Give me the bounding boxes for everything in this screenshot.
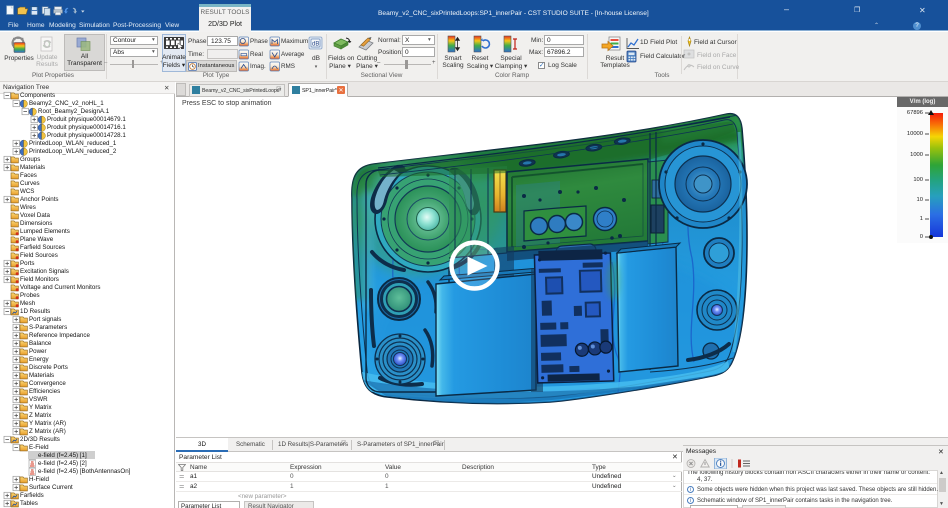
svg-text:dB: dB bbox=[312, 42, 319, 48]
